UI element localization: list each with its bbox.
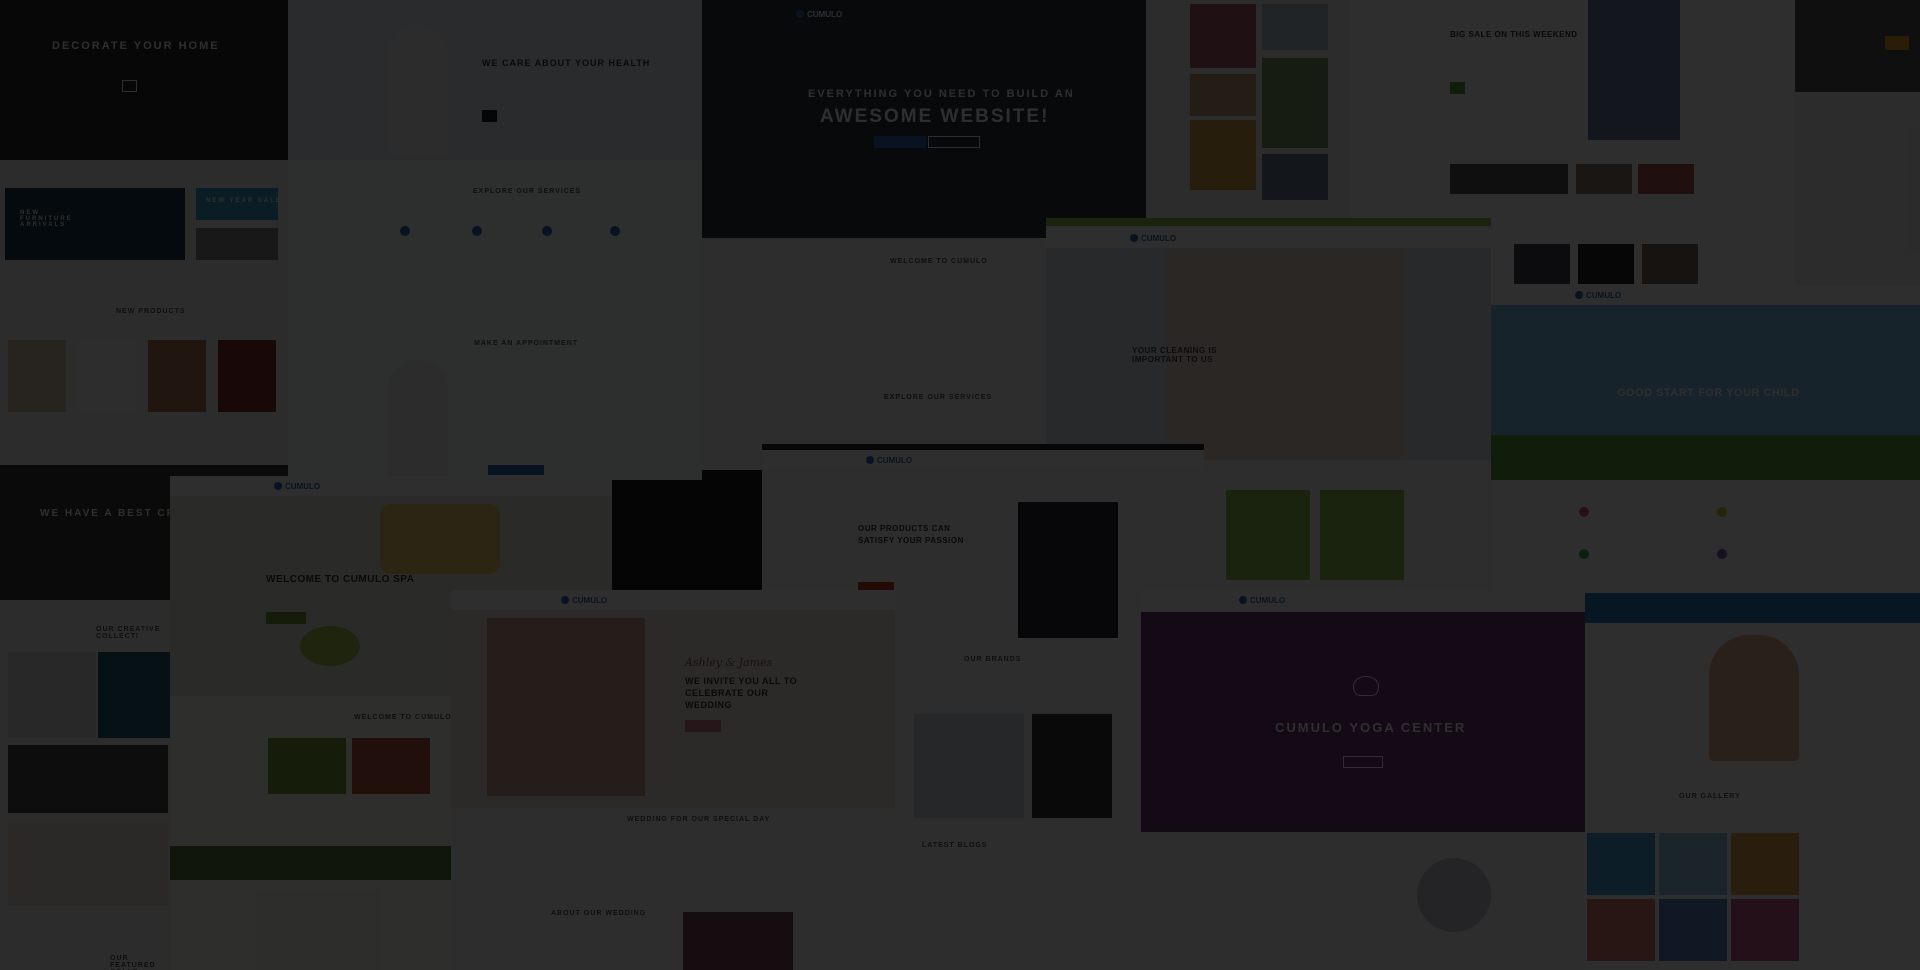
kids-gallery-title: OUR GALLERY <box>1679 793 1741 800</box>
appointment-submit-button[interactable] <box>488 465 544 475</box>
fashion-shop-button[interactable] <box>1450 82 1466 94</box>
business-cta-primary[interactable] <box>874 136 926 148</box>
wedding-hero-line3: WEDDING <box>685 700 732 710</box>
yoga-logo[interactable]: CUMULO <box>1239 596 1285 605</box>
wedding-template-mockup: CUMULO Ashley & James WE INVITE YOU ALL … <box>451 590 895 970</box>
product-image <box>8 340 66 412</box>
medical-hero-button[interactable] <box>482 110 498 122</box>
spa-logo[interactable]: CUMULO <box>274 482 320 491</box>
kids-hero-text: GOOD START FOR YOUR CHILD <box>1617 387 1800 399</box>
business-services-title: EXPLORE OUR SERVICES <box>884 394 993 401</box>
spa-hero-button[interactable] <box>266 612 306 624</box>
cleaning-logo[interactable]: CUMULO <box>1130 234 1176 243</box>
wedding-hero-line1: WE INVITE YOU ALL TO <box>685 676 798 686</box>
shop-brands-title: OUR BRANDS <box>964 656 1022 663</box>
decor-section-title: NEW PRODUCTS <box>116 308 186 315</box>
mandala-image <box>1417 858 1491 932</box>
yoga-template-mockup: CUMULO CUMULO YOGA CENTER <box>1141 590 1585 970</box>
lotus-icon <box>1353 676 1379 696</box>
kid-image <box>1709 635 1799 761</box>
couple-image <box>487 618 645 796</box>
kids-feature-icon-2 <box>1717 507 1727 517</box>
heart-icon <box>400 226 410 236</box>
fashion-hero-title: BIG SALE ON THIS WEEKEND <box>1450 30 1578 39</box>
decor-collection-title: OUR CREATIVE COLLECTI <box>96 626 161 640</box>
model-image <box>1018 502 1118 638</box>
wedding-hero-line2: CELEBRATE OUR <box>685 688 769 698</box>
product-image <box>148 340 206 412</box>
decor-collection-mockup: OUR CREATIVE COLLECTI OUR FEATURED COLLE <box>0 600 170 970</box>
decor-featured-title: OUR FEATURED COLLE <box>110 955 156 970</box>
dna-icon <box>542 226 552 236</box>
medical-appointment-title: MAKE AN APPOINTMENT <box>474 340 579 347</box>
shop-hero-line1: OUR PRODUCTS CAN <box>858 524 951 533</box>
medical-services-title: EXPLORE OUR SERVICES <box>473 188 582 195</box>
kids-logo[interactable]: CUMULO <box>1575 291 1621 300</box>
wedding-logo[interactable]: CUMULO <box>561 596 607 605</box>
yoga-hero-button[interactable] <box>1343 756 1383 768</box>
cleaning-hero-text: YOUR CLEANING IS IMPORTANT TO US <box>1132 346 1217 364</box>
medical-hero-title: WE CARE ABOUT YOUR HEALTH <box>482 58 651 68</box>
business-hero-line1: EVERYTHING YOU NEED TO BUILD AN <box>808 88 1075 100</box>
yoga-hero-title: CUMULO YOGA CENTER <box>1275 720 1467 735</box>
shop-logo[interactable]: CUMULO <box>866 456 912 465</box>
gallery-template-mockup <box>1146 0 1350 220</box>
wedding-rsvp-button[interactable] <box>685 720 721 732</box>
spa-hero-text: WELCOME TO CUMULO SPA <box>266 574 415 585</box>
doctor-image-2 <box>388 360 448 478</box>
product-image <box>218 340 276 412</box>
product-image <box>78 340 136 412</box>
model-image <box>1588 0 1680 140</box>
dashboard-button[interactable] <box>1885 36 1909 50</box>
dashboard-template-mockup <box>1795 0 1920 285</box>
decor-hero-title: DECORATE YOUR HOME <box>52 40 220 52</box>
medkit-icon <box>610 226 620 236</box>
watch-image <box>1032 714 1112 818</box>
kids-feature-icon-4 <box>1717 549 1727 559</box>
business-hero-line2: AWESOME WEBSITE! <box>820 106 1050 127</box>
kids-feature-icon-1 <box>1579 507 1589 517</box>
decor-promo-right: NEW YEAR SALE <box>206 198 282 204</box>
decor-hero-button[interactable] <box>122 80 138 92</box>
wedding-section-title: WEDDING FOR OUR SPECIAL DAY <box>627 816 771 823</box>
shop-latest-title: LATEST BLOGS <box>922 842 988 849</box>
doctor-image <box>388 25 448 155</box>
decor-promo-left: NEW FURNITURE ARRIVALS <box>20 210 73 228</box>
shop-hero-line2: SATISFY YOUR PASSION <box>858 536 964 545</box>
kids-feature-icon-3 <box>1579 549 1589 559</box>
wedding-about-title: ABOUT OUR WEDDING <box>551 910 647 917</box>
medical-cross-icon <box>472 226 482 236</box>
business-logo[interactable]: CUMULO <box>796 10 842 19</box>
medical-template-mockup: WE CARE ABOUT YOUR HEALTH EXPLORE OUR SE… <box>288 0 702 480</box>
business-welcome-title: WELCOME TO CUMULO <box>890 258 988 265</box>
business-cta-secondary[interactable] <box>928 136 980 148</box>
wedding-script-title: Ashley & James <box>685 656 773 669</box>
